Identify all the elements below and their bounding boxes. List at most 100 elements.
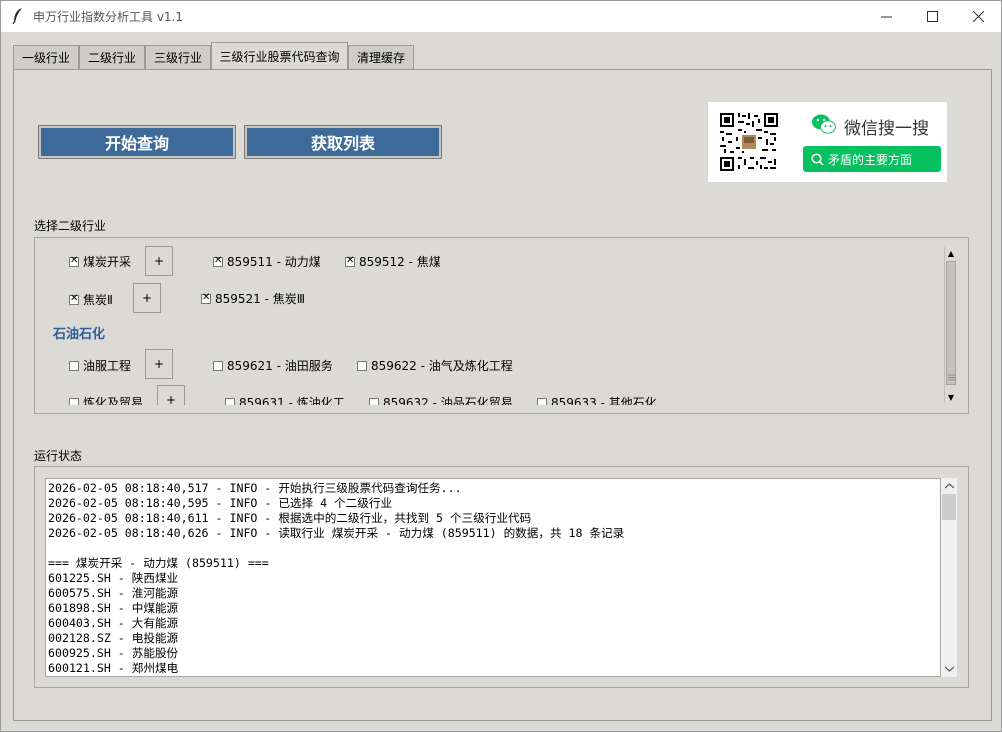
checkbox-oilfield-engineering[interactable]: 油服工程 <box>69 357 131 374</box>
feather-icon <box>12 8 22 25</box>
checkbox-label: 煤炭开采 <box>83 255 132 269</box>
checkbox-box <box>69 255 79 267</box>
log-line: 002128.SZ - 电投能源 <box>48 631 179 645</box>
checkbox-859511[interactable]: 859511 - 动力煤 <box>213 253 321 270</box>
expand-oilfield-button[interactable]: + <box>145 349 173 379</box>
tab-level3-stock-query[interactable]: 三级行业股票代码查询 <box>211 42 348 70</box>
scroll-up-icon[interactable]: ▲ <box>945 247 957 259</box>
grip-icon <box>948 374 956 381</box>
status-log[interactable]: 2026-02-05 08:18:40,517 - INFO - 开始执行三级股… <box>45 478 941 677</box>
checkbox-box <box>345 255 355 267</box>
log-line: 600925.SH - 苏能股份 <box>48 646 179 660</box>
checkbox-box <box>69 397 79 405</box>
plus-label: + <box>153 254 165 268</box>
get-list-button[interactable]: 获取列表 <box>244 125 442 159</box>
start-query-label: 开始查询 <box>104 134 169 153</box>
expand-coal-mining-button[interactable]: + <box>145 246 173 276</box>
checkbox-label: 油服工程 <box>83 359 132 373</box>
plus-label: + <box>153 357 165 371</box>
app-window: 申万行业指数分析工具 v1.1 一级行业 二级行业 三级行业 三级行业股票代码查… <box>0 0 1002 732</box>
scroll-down-icon[interactable] <box>941 661 957 677</box>
checkbox-label: 859631 - 炼油化工 <box>239 396 345 405</box>
scroll-thumb[interactable] <box>946 261 956 385</box>
wechat-search-label: 微信搜一搜 <box>844 119 929 139</box>
checkbox-859633[interactable]: 859633 - 其他石化 <box>537 394 657 405</box>
log-line: 2026-02-05 08:18:40,517 - INFO - 开始执行三级股… <box>48 481 462 495</box>
expand-coke-button[interactable]: + <box>133 283 161 313</box>
checkbox-box <box>213 360 223 371</box>
plus-label: + <box>165 393 177 405</box>
checkbox-label: 859632 - 油品石化贸易 <box>383 396 513 405</box>
wechat-icon <box>812 114 836 134</box>
checkbox-label: 859521 - 焦炭Ⅲ <box>215 292 306 306</box>
tab-clear-cache[interactable]: 清理缓存 <box>348 45 414 69</box>
scroll-thumb[interactable] <box>942 494 956 520</box>
category-header-petrochem: 石油石化 <box>53 327 106 342</box>
tab-label: 二级行业 <box>87 51 136 65</box>
checkbox-refining-trading[interactable]: 炼化及贸易 <box>69 394 143 405</box>
tab-label: 三级行业 <box>153 51 202 65</box>
get-list-label: 获取列表 <box>310 134 375 153</box>
status-section-label: 运行状态 <box>34 449 83 463</box>
search-term-button[interactable]: 矛盾的主要方面 <box>803 146 941 172</box>
log-line: 600121.SH - 郑州煤电 <box>48 661 179 675</box>
log-line: === 煤炭开采 - 动力煤 (859511) === <box>48 556 269 570</box>
checkbox-box <box>537 397 547 405</box>
checkbox-label: 859633 - 其他石化 <box>551 396 657 405</box>
window-title: 申万行业指数分析工具 v1.1 <box>33 10 184 24</box>
maximize-icon <box>926 11 938 22</box>
checkbox-label: 859622 - 油气及炼化工程 <box>371 359 513 373</box>
checkbox-label: 炼化及贸易 <box>83 396 144 405</box>
checkbox-859631[interactable]: 859631 - 炼油化工 <box>225 394 345 405</box>
qr-code-icon <box>720 113 778 171</box>
scroll-down-icon[interactable]: ▼ <box>945 391 957 403</box>
expand-refining-button[interactable]: + <box>157 385 185 405</box>
checkbox-859621[interactable]: 859621 - 油田服务 <box>213 357 333 374</box>
checkbox-coal-mining[interactable]: 煤炭开采 <box>69 253 131 270</box>
search-icon <box>811 152 824 166</box>
checkbox-label: 859621 - 油田服务 <box>227 359 333 373</box>
checkbox-859622[interactable]: 859622 - 油气及炼化工程 <box>357 357 513 374</box>
log-line: 600403.SH - 大有能源 <box>48 616 179 630</box>
checkbox-box <box>201 292 211 304</box>
checkbox-box <box>69 293 79 305</box>
close-button[interactable] <box>955 1 1001 32</box>
industry-section-label: 选择二级行业 <box>34 219 107 233</box>
log-line: 601225.SH - 陕西煤业 <box>48 571 179 585</box>
checkbox-label: 焦炭Ⅱ <box>83 293 113 307</box>
log-line: 2026-02-05 08:18:40,611 - INFO - 根据选中的二级… <box>48 511 532 525</box>
log-line: 601898.SH - 中煤能源 <box>48 601 179 615</box>
checkbox-coke-2[interactable]: 焦炭Ⅱ <box>69 291 113 308</box>
tab-label: 清理缓存 <box>356 51 405 65</box>
minimize-button[interactable] <box>863 1 909 32</box>
title-bar: 申万行业指数分析工具 v1.1 <box>1 1 1001 32</box>
industry-scrollbar[interactable]: ▲ ▼ <box>944 247 957 403</box>
log-scrollbar[interactable] <box>941 478 957 677</box>
checkbox-box <box>225 397 235 405</box>
maximize-button[interactable] <box>909 1 955 32</box>
checkbox-label: 859512 - 焦煤 <box>359 255 441 269</box>
chevron-down-icon <box>944 666 954 672</box>
checkbox-859521[interactable]: 859521 - 焦炭Ⅲ <box>201 290 305 307</box>
checkbox-box <box>69 360 79 371</box>
wechat-search-ad[interactable]: 微信搜一搜 矛盾的主要方面 <box>708 102 947 182</box>
checkbox-label: 859511 - 动力煤 <box>227 255 321 269</box>
log-line: 2026-02-05 08:18:40,626 - INFO - 读取行业 煤炭… <box>48 526 625 540</box>
tab-label: 三级行业股票代码查询 <box>219 50 340 64</box>
checkbox-box <box>357 360 367 371</box>
start-query-button[interactable]: 开始查询 <box>38 125 236 159</box>
chevron-up-icon <box>944 483 954 489</box>
tab-level3[interactable]: 三级行业 <box>145 45 211 69</box>
tab-level1[interactable]: 一级行业 <box>13 45 79 69</box>
checkbox-859632[interactable]: 859632 - 油品石化贸易 <box>369 394 513 405</box>
checkbox-859512[interactable]: 859512 - 焦煤 <box>345 253 441 270</box>
plus-label: + <box>141 291 153 305</box>
tab-level2[interactable]: 二级行业 <box>79 45 145 69</box>
log-line: 600575.SH - 淮河能源 <box>48 586 179 600</box>
log-line: 2026-02-05 08:18:40,595 - INFO - 已选择 4 个… <box>48 496 393 510</box>
close-icon <box>972 11 984 22</box>
scroll-up-icon[interactable] <box>941 478 957 494</box>
industry-checkbox-list: 煤炭开采 + 859511 - 动力煤 859512 - 焦煤 焦炭Ⅱ + 85… <box>35 238 943 405</box>
checkbox-box <box>213 255 223 267</box>
